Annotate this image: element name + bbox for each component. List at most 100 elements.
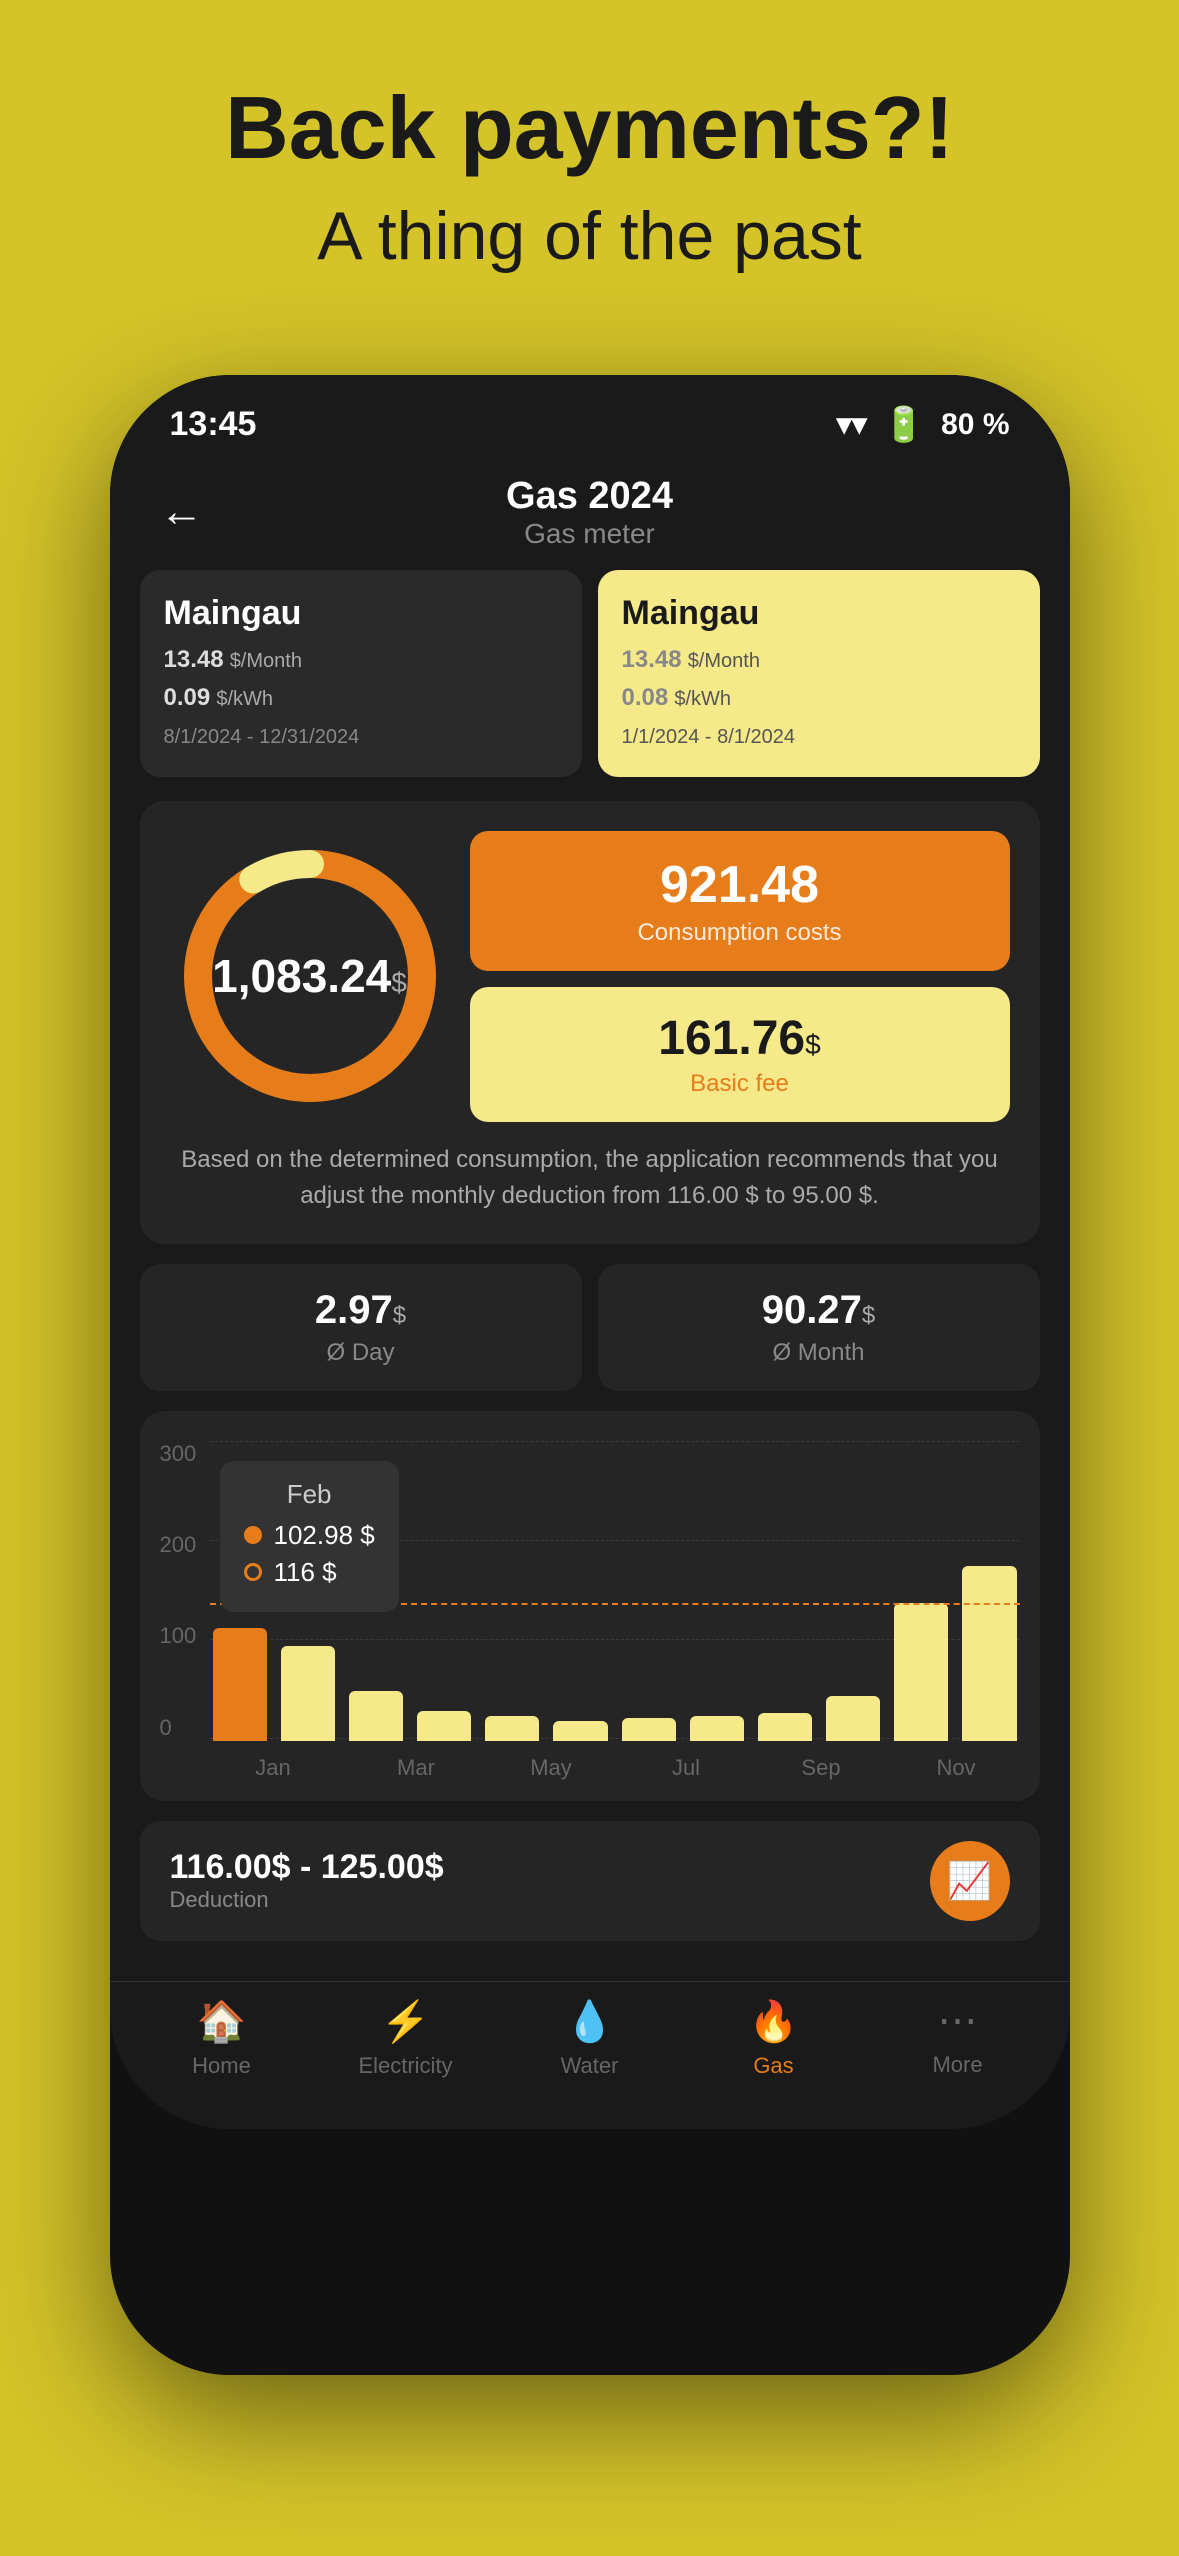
basic-fee-card[interactable]: 161.76$ Basic fee [470, 987, 1010, 1122]
screen-content: Maingau 13.48 $/Month 0.09 $/kWh 8/1/202… [110, 570, 1070, 1981]
nav-item-electricity[interactable]: ⚡ Electricity [314, 1998, 498, 2079]
tariff-card-0[interactable]: Maingau 13.48 $/Month 0.09 $/kWh 8/1/202… [140, 570, 582, 777]
stat-card-1: 90.27$ Ø Month [598, 1264, 1040, 1391]
stat-label-0: Ø Day [164, 1339, 558, 1367]
chart-bar-group-10 [891, 1603, 951, 1741]
chart-bar-3 [417, 1711, 471, 1741]
chart-section: 300 200 100 0 [140, 1411, 1040, 1801]
chart-bar-0 [213, 1628, 267, 1741]
chart-bar-group-4 [482, 1716, 542, 1741]
battery-icon: 🔋 [883, 405, 925, 445]
chart-bar-1 [281, 1646, 335, 1741]
total-currency: $ [391, 967, 407, 998]
bottom-nav: 🏠 Home ⚡ Electricity 💧 Water 🔥 Gas ⋯ Mor… [110, 1981, 1070, 2129]
chart-bar-7 [690, 1716, 744, 1741]
promo-subtitle: A thing of the past [40, 197, 1139, 275]
consumption-card[interactable]: 921.48 Consumption costs [470, 831, 1010, 971]
donut-chart: 1,083.24$ [170, 836, 450, 1116]
basic-fee-amount: 161.76$ [498, 1011, 982, 1066]
x-label-sep: Sep [758, 1755, 885, 1781]
page-title: Gas 2024 [234, 475, 946, 518]
chart-bar-11 [962, 1566, 1016, 1741]
main-cost-card: 1,083.24$ 921.48 Consumption costs 161.7… [140, 801, 1040, 1244]
stat-amount-0: 2.97$ [164, 1288, 558, 1333]
promo-title: Back payments?! [40, 80, 1139, 177]
chart-bar-group-1 [278, 1646, 338, 1741]
basic-fee-label: Basic fee [498, 1070, 982, 1098]
electricity-icon: ⚡ [381, 1998, 431, 2045]
nav-label-water: Water [561, 2053, 619, 2079]
chart-bar-group-5 [550, 1721, 610, 1741]
back-button[interactable]: ← [160, 487, 204, 537]
x-label-nov: Nov [893, 1755, 1020, 1781]
nav-item-gas[interactable]: 🔥 Gas [682, 1998, 866, 2079]
tooltip-dot-filled [244, 1526, 262, 1544]
chart-bar-6 [622, 1718, 676, 1741]
cost-overview: 1,083.24$ 921.48 Consumption costs 161.7… [170, 831, 1010, 1122]
tariff-name-0: Maingau [164, 594, 558, 633]
tariff-detail-0: 13.48 $/Month 0.09 $/kWh 8/1/2024 - 12/3… [164, 641, 558, 753]
tariff-cards: Maingau 13.48 $/Month 0.09 $/kWh 8/1/202… [140, 570, 1040, 777]
donut-center: 1,083.24$ [212, 949, 407, 1003]
water-icon: 💧 [565, 1998, 615, 2045]
battery-level: 80 % [941, 408, 1009, 442]
chart-bar-group-9 [823, 1696, 883, 1741]
tariff-card-1[interactable]: Maingau 13.48 $/Month 0.08 $/kWh 1/1/202… [598, 570, 1040, 777]
chart-tooltip: Feb 102.98 $ 116 $ [220, 1461, 399, 1612]
stats-row: 2.97$ Ø Day 90.27$ Ø Month [140, 1264, 1040, 1391]
tariff-name-1: Maingau [622, 594, 1016, 633]
x-label-may: May [488, 1755, 615, 1781]
chart-bar-group-7 [687, 1716, 747, 1741]
x-label-jan: Jan [210, 1755, 337, 1781]
nav-label-gas: Gas [753, 2053, 793, 2079]
nav-item-water[interactable]: 💧 Water [498, 1998, 682, 2079]
tariff-detail-1: 13.48 $/Month 0.08 $/kWh 1/1/2024 - 8/1/… [622, 641, 1016, 753]
chart-bar-group-8 [755, 1713, 815, 1741]
nav-title-group: Gas 2024 Gas meter [234, 475, 946, 550]
y-label-200: 200 [160, 1532, 197, 1558]
chart-bar-group-6 [619, 1718, 679, 1741]
page-subtitle: Gas meter [234, 518, 946, 550]
chart-bar-8 [758, 1713, 812, 1741]
deduction-amount: 116.00$ - 125.00$ [170, 1848, 444, 1887]
nav-label-electricity: Electricity [358, 2053, 452, 2079]
consumption-amount: 921.48 [498, 855, 982, 915]
cost-cards-right: 921.48 Consumption costs 161.76$ Basic f… [470, 831, 1010, 1122]
chart-bar-5 [553, 1721, 607, 1741]
status-bar: 13:45 ▾▾ 🔋 80 % [110, 375, 1070, 455]
chart-bar-4 [485, 1716, 539, 1741]
chart-bar-10 [894, 1603, 948, 1741]
tooltip-row-1: 102.98 $ [244, 1520, 375, 1551]
nav-item-more[interactable]: ⋯ More [866, 1998, 1050, 2079]
stat-amount-1: 90.27$ [622, 1288, 1016, 1333]
nav-label-more: More [932, 2052, 982, 2078]
nav-label-home: Home [192, 2053, 251, 2079]
home-icon: 🏠 [197, 1998, 247, 2045]
y-label-0: 0 [160, 1715, 197, 1741]
deduction-label: Deduction [170, 1887, 444, 1913]
gas-icon: 🔥 [749, 1998, 799, 2045]
chart-bar-2 [349, 1691, 403, 1741]
phone-device: 13:45 ▾▾ 🔋 80 % ← Gas 2024 Gas meter Mai… [110, 375, 1070, 2375]
nav-item-home[interactable]: 🏠 Home [130, 1998, 314, 2079]
promo-section: Back payments?! A thing of the past [0, 0, 1179, 315]
more-icon: ⋯ [938, 1998, 978, 2044]
basic-fee-currency: $ [805, 1029, 821, 1060]
chart-x-labels: Jan Mar May Jul Sep Nov [210, 1755, 1020, 1781]
status-right: ▾▾ 🔋 80 % [837, 405, 1010, 445]
chart-bar-group-11 [959, 1566, 1019, 1741]
chart-bar-group-0 [210, 1628, 270, 1741]
stat-card-0: 2.97$ Ø Day [140, 1264, 582, 1391]
status-time: 13:45 [170, 405, 257, 444]
tooltip-row-2: 116 $ [244, 1557, 375, 1588]
chart-y-labels: 300 200 100 0 [160, 1441, 197, 1741]
tooltip-value2: 116 $ [274, 1557, 337, 1588]
chart-area: 300 200 100 0 [160, 1441, 1020, 1781]
x-label-mar: Mar [353, 1755, 480, 1781]
deduction-info: 116.00$ - 125.00$ Deduction [170, 1848, 444, 1913]
wifi-icon: ▾▾ [837, 407, 867, 442]
chart-bar-group-2 [346, 1691, 406, 1741]
trend-icon: 📈 [947, 1860, 992, 1902]
trend-button[interactable]: 📈 [930, 1841, 1010, 1921]
chart-bar-group-3 [414, 1711, 474, 1741]
